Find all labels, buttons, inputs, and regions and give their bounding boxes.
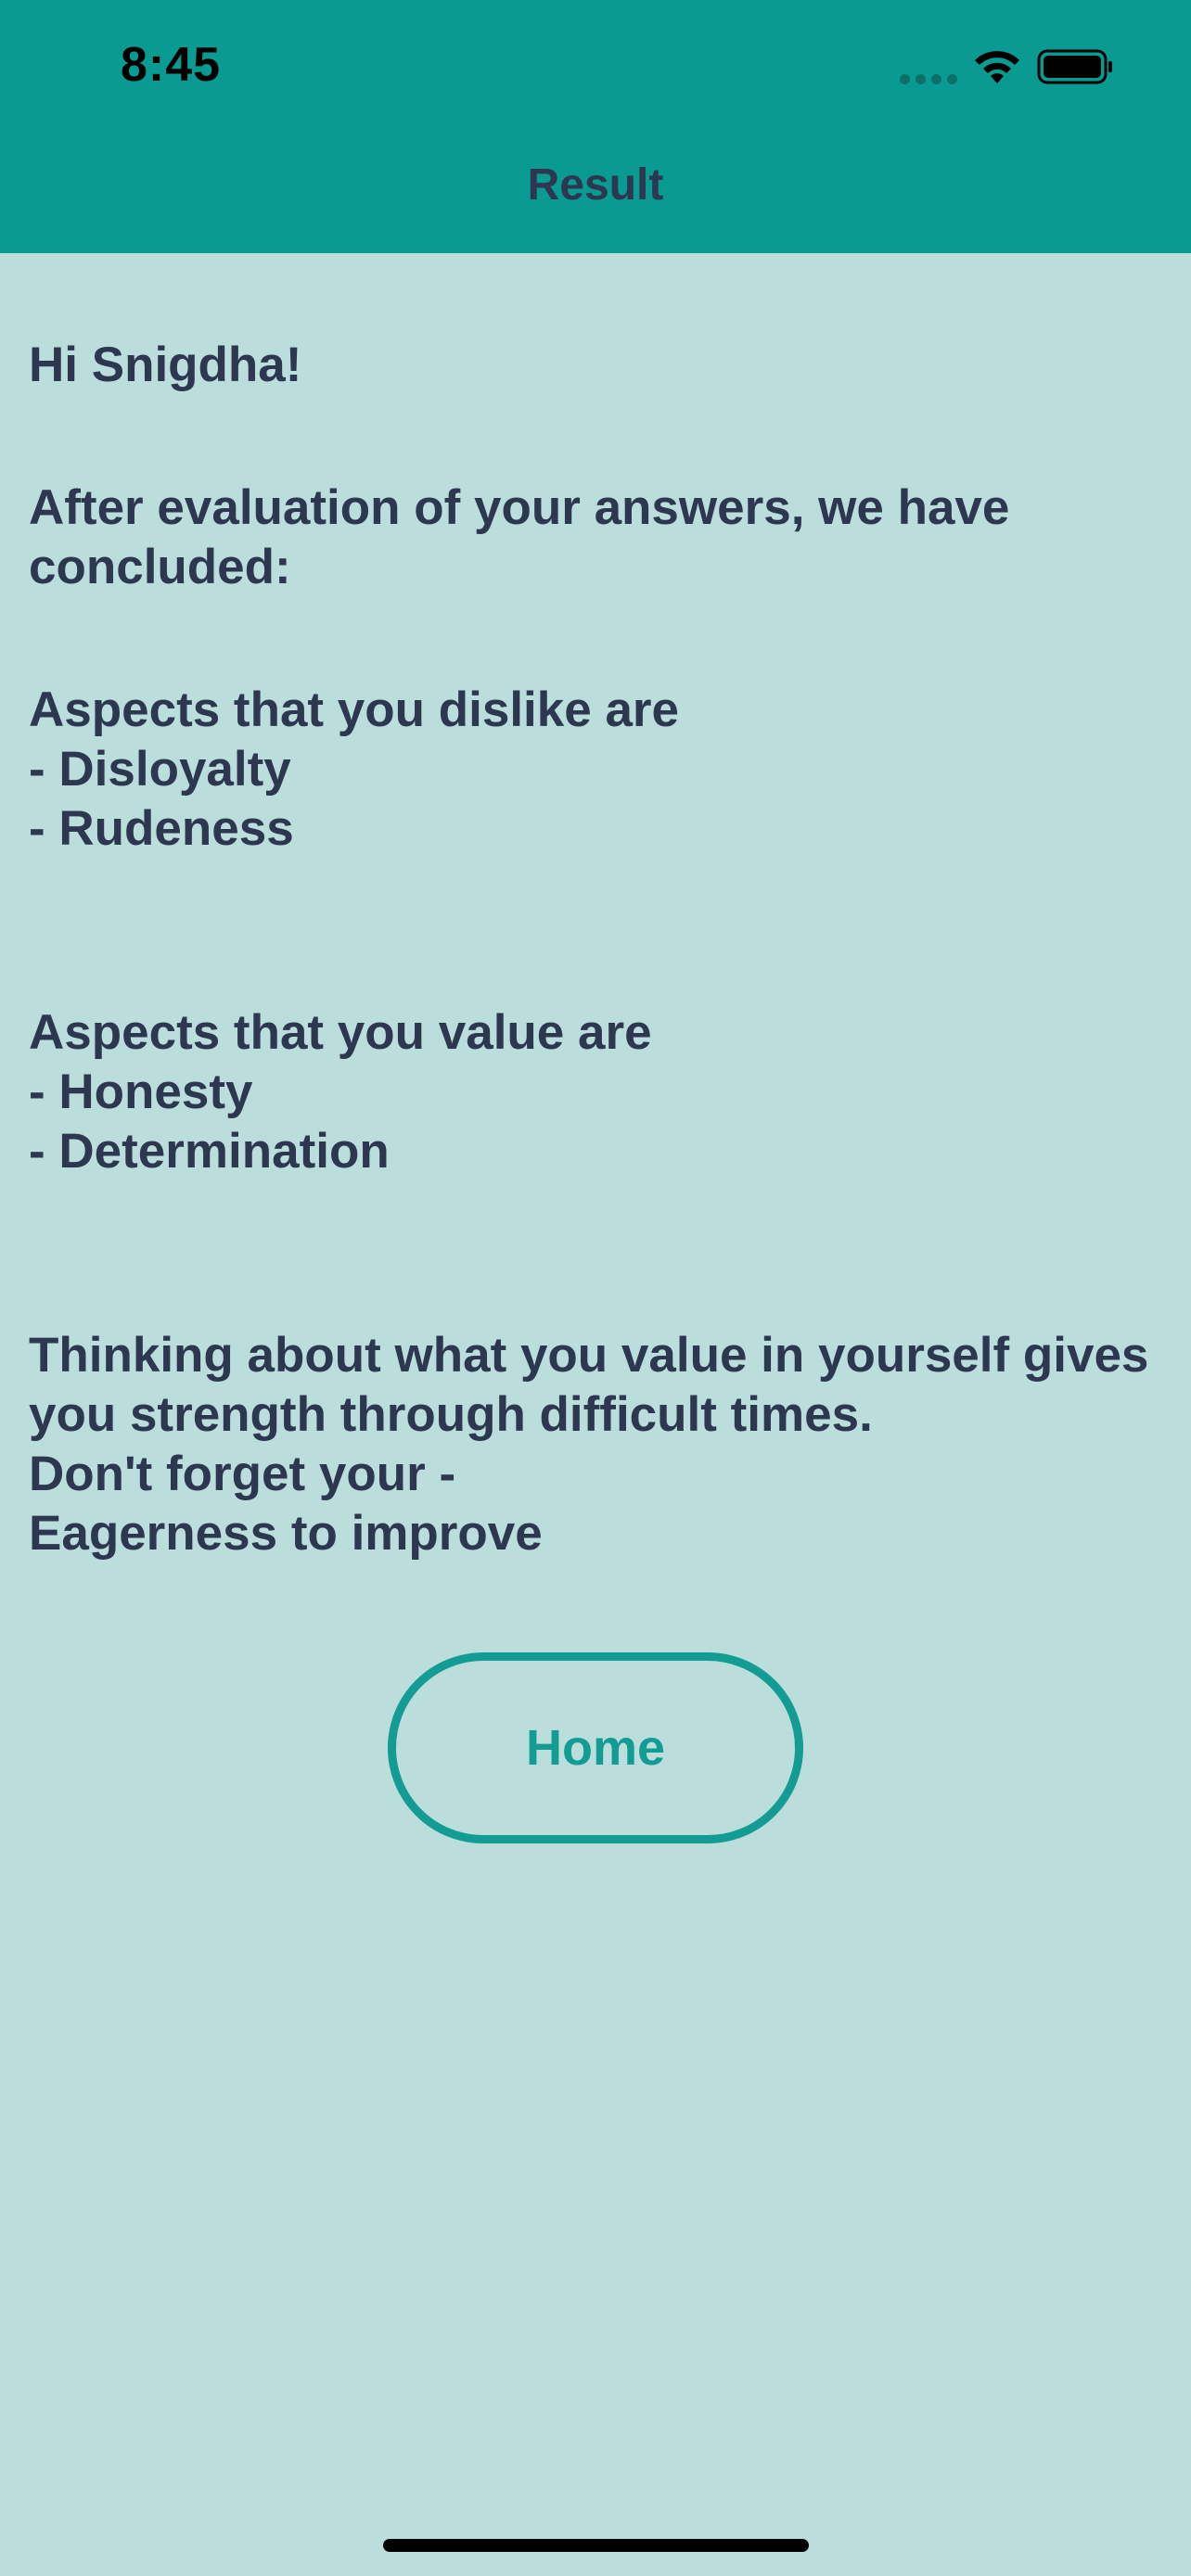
closing-message-text: Thinking about what you value in yoursel… bbox=[29, 1328, 1149, 1561]
home-button-label: Home bbox=[525, 1720, 666, 1776]
wifi-icon bbox=[975, 51, 1019, 83]
battery-icon bbox=[1037, 49, 1112, 84]
page-title: Result bbox=[527, 160, 664, 210]
dislike-aspects-text: Aspects that you dislike are - Disloyalt… bbox=[29, 682, 680, 856]
status-time: 8:45 bbox=[121, 38, 222, 92]
cellular-signal-icon bbox=[900, 74, 957, 85]
home-indicator[interactable] bbox=[383, 2539, 809, 2552]
header: 8:45 Result bbox=[0, 0, 1191, 253]
greeting-text: Hi Snigdha! bbox=[29, 338, 302, 392]
result-screen: 8:45 Result Hi Snigdha! After evaluation… bbox=[0, 0, 1191, 2576]
home-button[interactable]: Home bbox=[388, 1652, 803, 1843]
value-aspects-text: Aspects that you value are - Honesty - D… bbox=[29, 1005, 652, 1179]
intro-text: After evaluation of your answers, we hav… bbox=[29, 480, 1010, 594]
status-bar: 8:45 bbox=[0, 0, 1191, 130]
